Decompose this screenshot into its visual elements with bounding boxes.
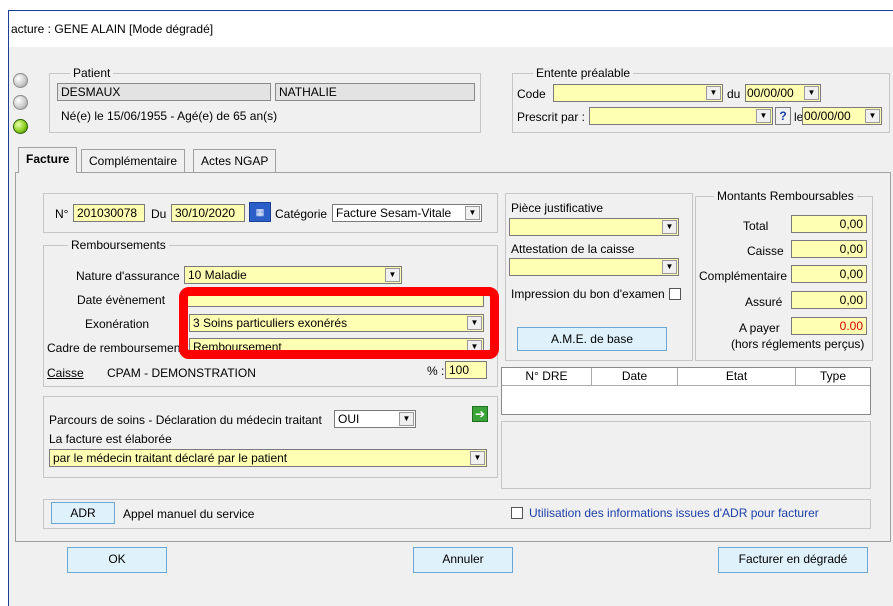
invoice-window: acture : GENE ALAIN [Mode dégradé] Patie… xyxy=(8,10,893,606)
nature-value: 10 Maladie xyxy=(188,268,247,282)
chevron-down-icon[interactable]: ▼ xyxy=(385,268,400,282)
entente-prescrit-select[interactable]: ▼ xyxy=(589,107,773,125)
assure-label: Assuré xyxy=(745,295,783,309)
chevron-down-icon[interactable]: ▼ xyxy=(706,86,721,100)
entente-code-label: Code xyxy=(517,87,546,101)
ok-button[interactable]: OK xyxy=(67,547,167,573)
elab-value: par le médecin traitant déclaré par le p… xyxy=(53,451,288,465)
caisse-amount-label: Caisse xyxy=(747,244,784,258)
dre-table: N° DRE Date Etat Type xyxy=(501,367,871,415)
cadre-label: Cadre de remboursement xyxy=(47,341,184,355)
tab-facture[interactable]: Facture xyxy=(18,147,78,173)
nature-select[interactable]: 10 Maladie ▼ xyxy=(184,266,402,284)
hors-label: (hors réglements perçus) xyxy=(731,337,865,351)
entente-le-date[interactable]: 00/00/00 ▼ xyxy=(802,107,882,125)
apayer-field: 0.00 xyxy=(791,317,867,335)
window-title: acture : GENE ALAIN [Mode dégradé] xyxy=(9,11,893,47)
parcours-label: Parcours de soins - Déclaration du médec… xyxy=(49,413,322,427)
piece-label: Pièce justificative xyxy=(511,201,604,215)
dre-col-etat[interactable]: Etat xyxy=(678,368,796,386)
facturer-degrade-button[interactable]: Facturer en dégradé xyxy=(718,547,868,573)
caisse-value: CPAM - DEMONSTRATION xyxy=(107,366,256,380)
nature-label: Nature d'assurance xyxy=(76,269,180,283)
compl-label: Complémentaire xyxy=(699,269,788,283)
patient-first-name: NATHALIE xyxy=(275,83,475,101)
patient-legend: Patient xyxy=(70,66,114,80)
adr-button[interactable]: ADR xyxy=(51,502,115,524)
categorie-value: Facture Sesam-Vitale xyxy=(336,206,452,220)
status-led-grey-1 xyxy=(13,73,28,88)
parcours-value: OUI xyxy=(338,412,360,426)
piece-select[interactable]: ▼ xyxy=(509,218,679,236)
compl-field: 0,00 xyxy=(791,265,867,283)
facture-du-label: Du xyxy=(151,207,167,221)
chevron-down-icon[interactable]: ▼ xyxy=(662,220,677,234)
patient-group: Patient xyxy=(49,66,481,133)
patient-last-name: DESMAUX xyxy=(57,83,271,101)
help-button[interactable]: ? xyxy=(775,107,791,125)
parcours-select[interactable]: OUI ▼ xyxy=(334,410,416,428)
elab-select[interactable]: par le médecin traitant déclaré par le p… xyxy=(49,449,487,467)
attestation-label: Attestation de la caisse xyxy=(511,242,635,256)
apayer-label: A payer xyxy=(739,321,780,335)
adr-checkbox[interactable] xyxy=(511,507,523,519)
entente-legend: Entente préalable xyxy=(533,66,634,80)
caisse-amount-field: 0,00 xyxy=(791,240,867,258)
entente-prescrit-label: Prescrit par : xyxy=(517,110,586,124)
dre-detail-panel xyxy=(501,421,871,489)
adr-checkbox-label[interactable]: Utilisation des informations issues d'AD… xyxy=(529,506,819,520)
assure-field: 0,00 xyxy=(791,291,867,309)
elab-label: La facture est élaborée xyxy=(49,432,172,446)
arrow-right-icon[interactable]: ➔ xyxy=(472,406,488,422)
pct-field[interactable]: 100 xyxy=(445,361,487,379)
chevron-down-icon[interactable]: ▼ xyxy=(470,451,485,465)
total-field: 0,00 xyxy=(791,215,867,233)
status-led-green xyxy=(13,119,28,134)
cancel-button[interactable]: Annuler xyxy=(413,547,513,573)
caisse-link[interactable]: Caisse xyxy=(47,366,84,380)
chevron-down-icon[interactable]: ▼ xyxy=(865,109,880,123)
status-led-grey-2 xyxy=(13,95,28,110)
ame-button[interactable]: A.M.E. de base xyxy=(517,327,667,351)
pct-label: % : xyxy=(427,364,445,378)
remboursements-legend: Remboursements xyxy=(68,238,169,252)
chevron-down-icon[interactable]: ▼ xyxy=(465,206,480,220)
tab-complementaire[interactable]: Complémentaire xyxy=(81,149,186,172)
date-evt-label: Date évènement xyxy=(77,293,166,307)
categorie-label: Catégorie xyxy=(275,207,328,221)
categorie-select[interactable]: Facture Sesam-Vitale ▼ xyxy=(332,204,482,222)
patient-birth-info: Né(e) le 15/06/1955 - Agé(e) de 65 an(s) xyxy=(61,109,278,123)
dre-col-type[interactable]: Type xyxy=(796,368,870,386)
entente-le-value: 00/00/00 xyxy=(804,109,851,123)
chevron-down-icon[interactable]: ▼ xyxy=(662,260,677,274)
entente-code-select[interactable]: ▼ xyxy=(553,84,723,102)
entente-du-label: du xyxy=(727,87,741,101)
attestation-select[interactable]: ▼ xyxy=(509,258,679,276)
chevron-down-icon[interactable]: ▼ xyxy=(399,412,414,426)
dre-col-date[interactable]: Date xyxy=(592,368,678,386)
impression-label: Impression du bon d'examen xyxy=(511,287,665,301)
exo-label: Exonération xyxy=(85,317,150,331)
facture-date-field[interactable]: 30/10/2020 xyxy=(171,204,245,222)
calendar-icon[interactable]: ▦ xyxy=(249,202,271,222)
chevron-down-icon[interactable]: ▼ xyxy=(756,109,771,123)
chevron-down-icon[interactable]: ▼ xyxy=(804,86,819,100)
entente-du-date[interactable]: 00/00/00 ▼ xyxy=(745,84,821,102)
total-label: Total xyxy=(743,219,769,233)
adr-label: Appel manuel du service xyxy=(123,507,255,521)
facture-num-field[interactable]: 201030078 xyxy=(73,204,145,222)
red-highlight-annotation xyxy=(179,287,499,359)
tab-actes-ngap[interactable]: Actes NGAP xyxy=(193,149,277,172)
impression-checkbox[interactable] xyxy=(669,288,681,300)
dre-col-num[interactable]: N° DRE xyxy=(502,368,592,386)
entente-du-value: 00/00/00 xyxy=(747,86,794,100)
montants-legend: Montants Remboursables xyxy=(714,189,857,203)
facture-num-label: N° xyxy=(55,207,69,221)
